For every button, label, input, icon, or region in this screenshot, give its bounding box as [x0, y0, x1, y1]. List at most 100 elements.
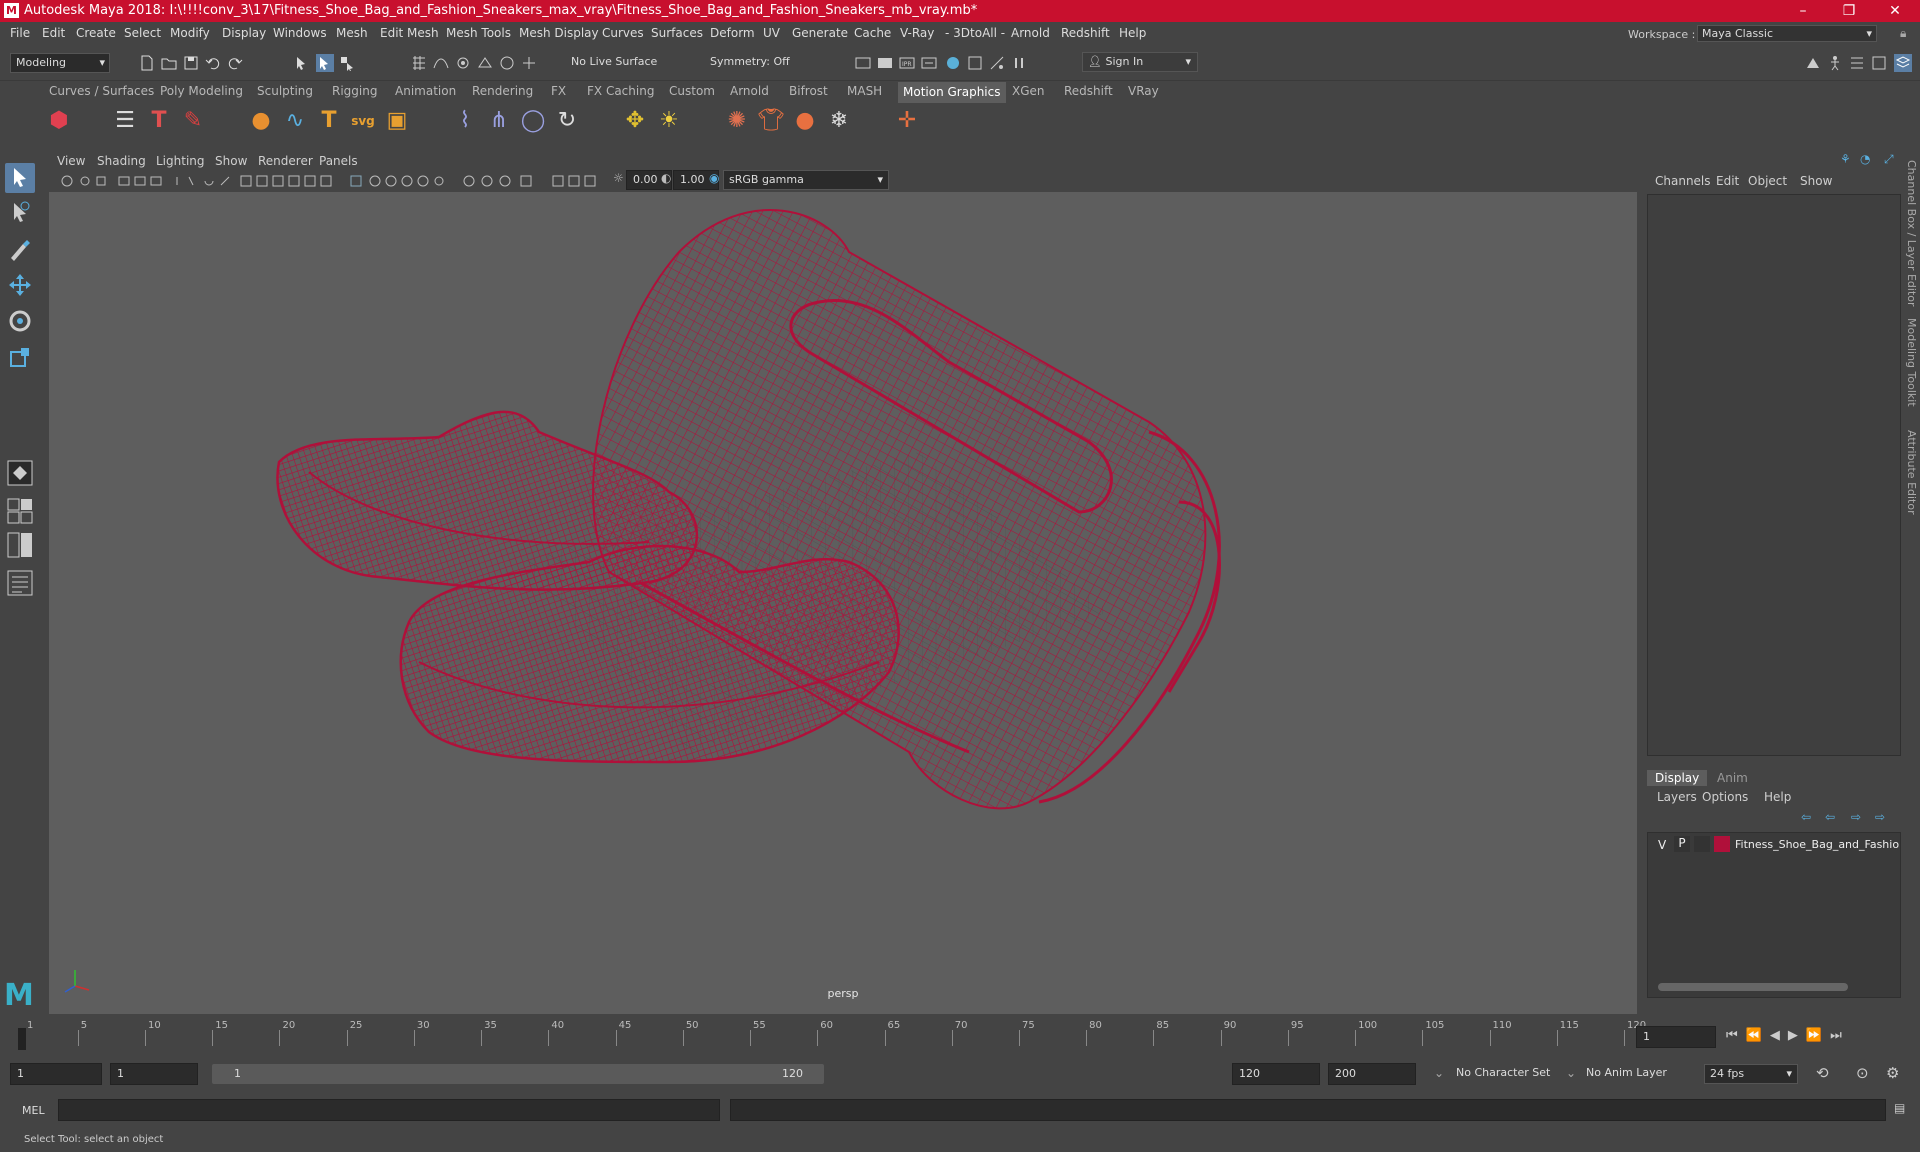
layer-row[interactable]: V P Fitness_Shoe_Bag_and_Fashio	[1648, 835, 1900, 855]
menu-vray[interactable]: V-Ray	[900, 26, 934, 40]
cb-icon-2[interactable]: ◔	[1860, 152, 1870, 166]
make-live-icon[interactable]	[498, 54, 516, 72]
menu-curves[interactable]: Curves	[602, 26, 644, 40]
shelf-tab-custom[interactable]: Custom	[669, 84, 715, 98]
layer-menu-options[interactable]: Options	[1702, 790, 1748, 804]
menu-arnold[interactable]: Arnold	[1011, 26, 1050, 40]
cb-menu-show[interactable]: Show	[1800, 174, 1832, 188]
new-layer-icon[interactable]: ⇨	[1851, 810, 1861, 824]
render-frame-icon[interactable]	[854, 54, 872, 72]
mg-snowflake-icon[interactable]: ❄	[824, 106, 854, 136]
mel-label[interactable]: MEL	[22, 1104, 45, 1117]
select-by-object-icon[interactable]	[338, 54, 356, 72]
mg-light-icon[interactable]: ☀	[654, 106, 684, 136]
mg-sphere-icon[interactable]: ●	[246, 106, 276, 136]
lock-icon[interactable]: 🔒︎	[1900, 26, 1906, 41]
shelf-tab-redshift[interactable]: Redshift	[1064, 84, 1113, 98]
character-controls-icon[interactable]	[1826, 54, 1844, 72]
menu-generate[interactable]: Generate	[792, 26, 848, 40]
shelf-tab-rigging[interactable]: Rigging	[332, 84, 377, 98]
preferences-icon[interactable]: ⚙	[1886, 1064, 1899, 1082]
mg-type-icon[interactable]: T	[314, 106, 344, 136]
close-button[interactable]: ✕	[1872, 1, 1918, 21]
paint-select-tool-icon[interactable]	[5, 234, 35, 264]
single-perspective-layout-icon[interactable]	[5, 458, 35, 488]
vp-menu-view[interactable]: View	[57, 154, 85, 168]
loop-icon[interactable]: ⟲	[1816, 1064, 1829, 1082]
channel-box-icon[interactable]	[1894, 54, 1912, 72]
layer-menu-help[interactable]: Help	[1764, 790, 1791, 804]
lasso-tool-icon[interactable]	[5, 198, 35, 228]
mg-hair-icon[interactable]: ⋔	[484, 106, 514, 136]
go-to-start-icon[interactable]: ⏮	[1726, 1028, 1746, 1043]
two-view-layout-icon[interactable]	[5, 530, 35, 560]
tool-settings-icon[interactable]	[1870, 54, 1888, 72]
cb-icon-3[interactable]: ⤢	[1884, 152, 1894, 167]
layer-name[interactable]: Fitness_Shoe_Bag_and_Fashio	[1735, 838, 1900, 851]
four-view-layout-icon[interactable]	[5, 496, 35, 526]
viewport-persp[interactable]: persp	[49, 192, 1637, 1014]
play-icon[interactable]: ▶	[1788, 1028, 1806, 1043]
go-to-end-icon[interactable]: ⏭	[1830, 1028, 1850, 1043]
new-scene-icon[interactable]	[138, 54, 156, 72]
shelf-tab-arnold[interactable]: Arnold	[730, 84, 769, 98]
animation-start-field[interactable]: 1	[10, 1063, 102, 1085]
shelf-tab-fx[interactable]: FX	[551, 84, 566, 98]
vp-menu-shading[interactable]: Shading	[97, 154, 146, 168]
layer-menu-layers[interactable]: Layers	[1657, 790, 1697, 804]
shelf-tab-vray[interactable]: VRay	[1128, 84, 1159, 98]
menu-display[interactable]: Display	[222, 26, 266, 40]
mg-crosshair-icon[interactable]: ✛	[892, 106, 922, 136]
sign-in-button[interactable]: 👤︎ Sign In ▾	[1082, 52, 1198, 72]
menu-surfaces[interactable]: Surfaces	[651, 26, 703, 40]
script-editor-icon[interactable]: ▤	[1894, 1101, 1905, 1115]
menu-cache[interactable]: Cache	[854, 26, 891, 40]
layer-tab-display[interactable]: Display	[1647, 770, 1708, 786]
snap-to-view-plane-icon[interactable]	[476, 54, 494, 72]
animation-end-field[interactable]: 200	[1328, 1063, 1416, 1085]
outliner-layout-icon[interactable]	[5, 568, 35, 598]
shelf-tab-bifrost[interactable]: Bifrost	[789, 84, 828, 98]
menu-uv[interactable]: UV	[763, 26, 780, 40]
menu-deform[interactable]: Deform	[710, 26, 755, 40]
mg-box-icon[interactable]: ▣	[382, 106, 412, 136]
shelf-tab-fx-caching[interactable]: FX Caching	[587, 84, 654, 98]
menu-redshift[interactable]: Redshift	[1061, 26, 1110, 40]
color-management-icon[interactable]: ◉	[709, 171, 719, 185]
undo-icon[interactable]	[204, 54, 222, 72]
modeling-toolkit-icon[interactable]	[1804, 54, 1822, 72]
select-by-hierarchy-icon[interactable]	[293, 54, 311, 72]
layer-scrollbar[interactable]	[1658, 983, 1848, 991]
menu-create[interactable]: Create	[76, 26, 116, 40]
render-view-icon[interactable]	[876, 54, 894, 72]
select-tool-icon[interactable]	[5, 163, 35, 193]
layer-playback-toggle[interactable]: P	[1674, 836, 1690, 852]
mg-sweep-icon[interactable]: ⌇	[450, 106, 480, 136]
layer-tab-anim[interactable]: Anim	[1717, 771, 1748, 785]
step-back-key-icon[interactable]: ◀	[1770, 1028, 1788, 1043]
menu-mesh-display[interactable]: Mesh Display	[519, 26, 599, 40]
ipr-render-icon[interactable]: IPR	[898, 54, 916, 72]
anim-layer-dropdown[interactable]: No Anim Layer	[1586, 1066, 1667, 1079]
range-bar[interactable]: 1 120	[212, 1064, 824, 1084]
minimize-button[interactable]: –	[1780, 1, 1826, 21]
vray-render-icon[interactable]	[966, 54, 984, 72]
workspace-dropdown[interactable]: Maya Classic ▾	[1697, 25, 1877, 42]
shelf-tab-mash[interactable]: MASH	[847, 84, 882, 98]
shelf-tab-sculpting[interactable]: Sculpting	[257, 84, 313, 98]
tab-modeling-toolkit[interactable]: Modeling Toolkit	[1905, 318, 1918, 407]
cb-menu-object[interactable]: Object	[1748, 174, 1787, 188]
mg-brush-icon[interactable]: ✎	[178, 106, 208, 136]
tab-channel-box-layer-editor[interactable]: Channel Box / Layer Editor	[1905, 160, 1918, 307]
playback-end-field[interactable]: 120	[1232, 1063, 1320, 1085]
mg-cube-icon[interactable]: ⬢	[44, 106, 74, 136]
symmetry-dropdown[interactable]: Symmetry: Off	[705, 53, 801, 73]
move-layer-down-icon[interactable]: ⇦	[1825, 810, 1835, 824]
panel-toolbar-icons[interactable]	[59, 173, 619, 189]
vp-menu-renderer[interactable]: Renderer	[258, 154, 313, 168]
save-scene-icon[interactable]	[182, 54, 200, 72]
menu-select[interactable]: Select	[124, 26, 161, 40]
menu-file[interactable]: File	[10, 26, 30, 40]
snap-to-grid-icon[interactable]	[410, 54, 428, 72]
color-space-dropdown[interactable]: sRGB gamma ▾	[723, 170, 889, 190]
